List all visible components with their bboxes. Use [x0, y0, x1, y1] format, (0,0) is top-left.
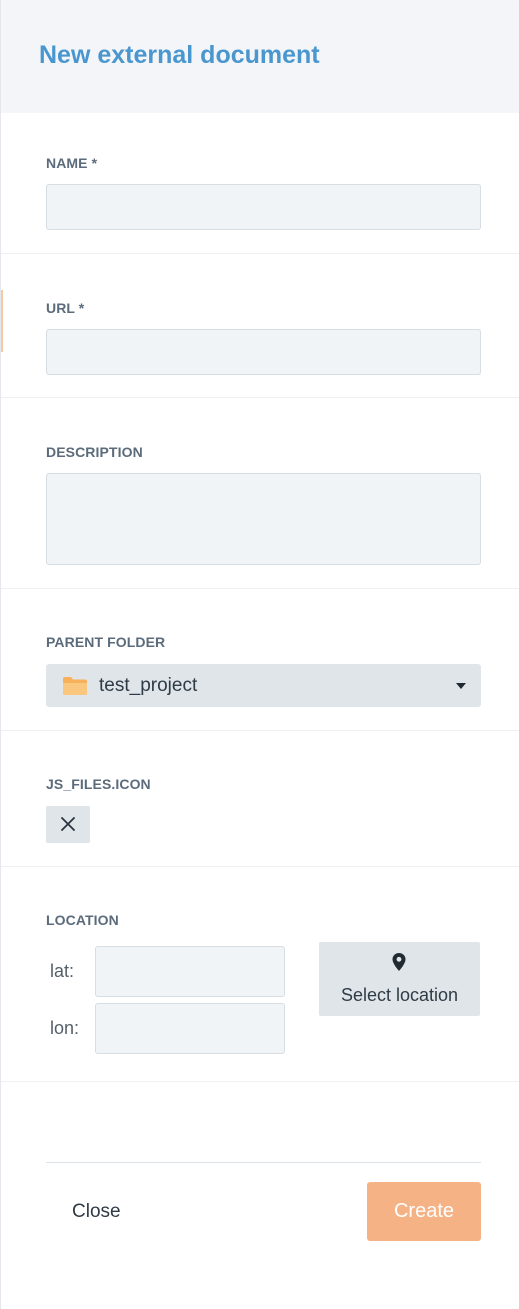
icon-clear-button[interactable] — [46, 806, 90, 843]
parent-folder-select[interactable]: test_project — [46, 664, 481, 707]
icon-label: JS_FILES.ICON — [46, 776, 151, 792]
lat-label: lat: — [50, 961, 75, 981]
url-label: URL * — [46, 300, 85, 316]
parent-folder-value: test_project — [99, 675, 198, 696]
icon-section: JS_FILES.ICON — [1, 731, 519, 867]
location-label: LOCATION — [46, 912, 119, 928]
create-button[interactable]: Create — [367, 1182, 481, 1241]
footer-divider — [46, 1162, 481, 1163]
chevron-down-icon — [456, 683, 466, 689]
name-label: NAME * — [46, 155, 98, 171]
name-input[interactable] — [46, 184, 481, 230]
dialog-header: New external document — [1, 0, 519, 113]
close-icon — [61, 817, 75, 831]
name-section: NAME * — [1, 113, 519, 254]
description-section: DESCRIPTION — [1, 398, 519, 589]
parent-folder-section: PARENT FOLDER test_project — [1, 589, 519, 731]
description-textarea[interactable] — [46, 473, 481, 565]
lon-input[interactable] — [95, 1003, 285, 1054]
folder-icon — [62, 676, 88, 696]
select-location-label: Select location — [340, 985, 459, 1005]
url-section: URL * — [1, 254, 519, 398]
url-input[interactable] — [46, 329, 481, 375]
dialog-title: New external document — [39, 41, 320, 69]
select-location-button[interactable]: Select location — [319, 942, 480, 1016]
map-pin-icon — [391, 952, 407, 977]
dialog-panel: New external document NAME * URL * DESCR… — [0, 0, 519, 1309]
close-button[interactable]: Close — [72, 1201, 121, 1223]
description-label: DESCRIPTION — [46, 444, 143, 460]
lat-input[interactable] — [95, 946, 285, 997]
parent-folder-label: PARENT FOLDER — [46, 634, 166, 650]
lon-label: lon: — [50, 1018, 80, 1038]
